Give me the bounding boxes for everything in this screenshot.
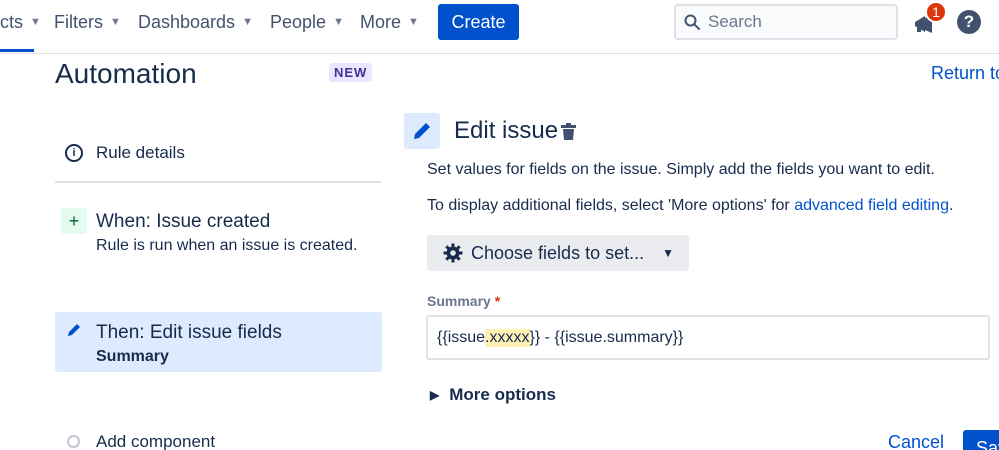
chevron-down-icon: ▼ xyxy=(408,16,419,28)
chevron-down-icon: ▼ xyxy=(662,246,674,260)
help-icon[interactable]: ? xyxy=(957,10,981,34)
summary-value-part2: }} - {{issue.summary}} xyxy=(529,328,684,346)
rule-details-label: Rule details xyxy=(96,143,185,162)
summary-input[interactable]: {{issue .xxxxx}} - {{issue.summary}} xyxy=(426,315,990,360)
gear-icon xyxy=(443,243,463,263)
nav-projects[interactable]: cts ▼ xyxy=(0,10,41,34)
more-options-label: More options xyxy=(449,385,556,404)
nav-filters[interactable]: Filters ▼ xyxy=(54,10,121,34)
additional-hint-suffix: . xyxy=(948,197,954,214)
notification-count-badge: 1 xyxy=(925,1,947,23)
nav-more[interactable]: More ▼ xyxy=(360,10,419,34)
nav-dashboards-label: Dashboards xyxy=(138,11,236,32)
trigger-title: When: Issue created xyxy=(96,211,271,232)
edit-icon-box xyxy=(404,113,440,149)
pencil-icon xyxy=(414,123,430,139)
page-title: Automation xyxy=(55,58,197,89)
action-component-selected[interactable]: Then: Edit issue fields Summary xyxy=(55,312,382,372)
plus-icon: + xyxy=(61,208,87,234)
chevron-right-icon: ▶ xyxy=(430,388,440,402)
required-asterisk: * xyxy=(494,293,501,309)
search-input[interactable] xyxy=(708,12,878,32)
add-component-item[interactable]: Add component xyxy=(55,430,381,450)
new-badge: NEW xyxy=(329,63,373,82)
search-icon xyxy=(684,14,700,30)
nav-projects-label: cts xyxy=(0,11,24,32)
trigger-subtitle: Rule is run when an issue is created. xyxy=(96,237,358,254)
editor-description: Set values for fields on the issue. Simp… xyxy=(427,161,935,178)
choose-fields-button[interactable]: Choose fields to set... ▼ xyxy=(427,235,689,271)
editor-additional-hint: To display additional fields, select 'Mo… xyxy=(427,197,953,215)
summary-value-part1: {{issue xyxy=(437,328,486,346)
pencil-icon xyxy=(68,324,80,336)
additional-hint-text: To display additional fields, select 'Mo… xyxy=(427,197,795,214)
trigger-component[interactable]: + When: Issue created Rule is run when a… xyxy=(55,205,381,265)
chevron-down-icon: ▼ xyxy=(333,16,344,28)
chevron-down-icon: ▼ xyxy=(242,16,253,28)
nav-people-label: People xyxy=(270,11,327,32)
circle-icon xyxy=(67,435,80,448)
summary-field-label: Summary * xyxy=(427,293,500,309)
add-component-label: Add component xyxy=(96,432,216,450)
trash-icon[interactable] xyxy=(560,123,577,141)
summary-label-text: Summary xyxy=(427,293,491,309)
more-options-toggle[interactable]: ▶ More options xyxy=(430,385,556,405)
action-title: Then: Edit issue fields xyxy=(96,322,282,343)
top-navigation: cts ▼ Filters ▼ Dashboards ▼ People ▼ Mo… xyxy=(0,0,999,54)
action-subtitle: Summary xyxy=(96,348,169,365)
nav-filters-label: Filters xyxy=(54,11,103,32)
nav-more-label: More xyxy=(360,11,402,32)
rule-details-item[interactable]: i Rule details xyxy=(55,139,381,183)
nav-people[interactable]: People ▼ xyxy=(270,10,344,34)
return-link[interactable]: Return to xyxy=(931,63,999,84)
nav-dashboards[interactable]: Dashboards ▼ xyxy=(138,10,253,34)
nav-active-indicator xyxy=(0,49,34,52)
editor-title: Edit issue xyxy=(454,117,559,144)
info-icon: i xyxy=(65,144,83,162)
search-box[interactable] xyxy=(674,4,898,40)
choose-fields-label: Choose fields to set... xyxy=(471,242,645,263)
create-button[interactable]: Create xyxy=(438,4,519,40)
advanced-field-editing-link[interactable]: advanced field editing xyxy=(794,197,949,214)
chevron-down-icon: ▼ xyxy=(30,16,41,28)
cancel-button[interactable]: Cancel xyxy=(888,432,944,450)
chevron-down-icon: ▼ xyxy=(110,16,121,28)
save-button[interactable]: Save xyxy=(963,430,999,450)
summary-value-highlighted: .xxxxx xyxy=(485,328,530,347)
